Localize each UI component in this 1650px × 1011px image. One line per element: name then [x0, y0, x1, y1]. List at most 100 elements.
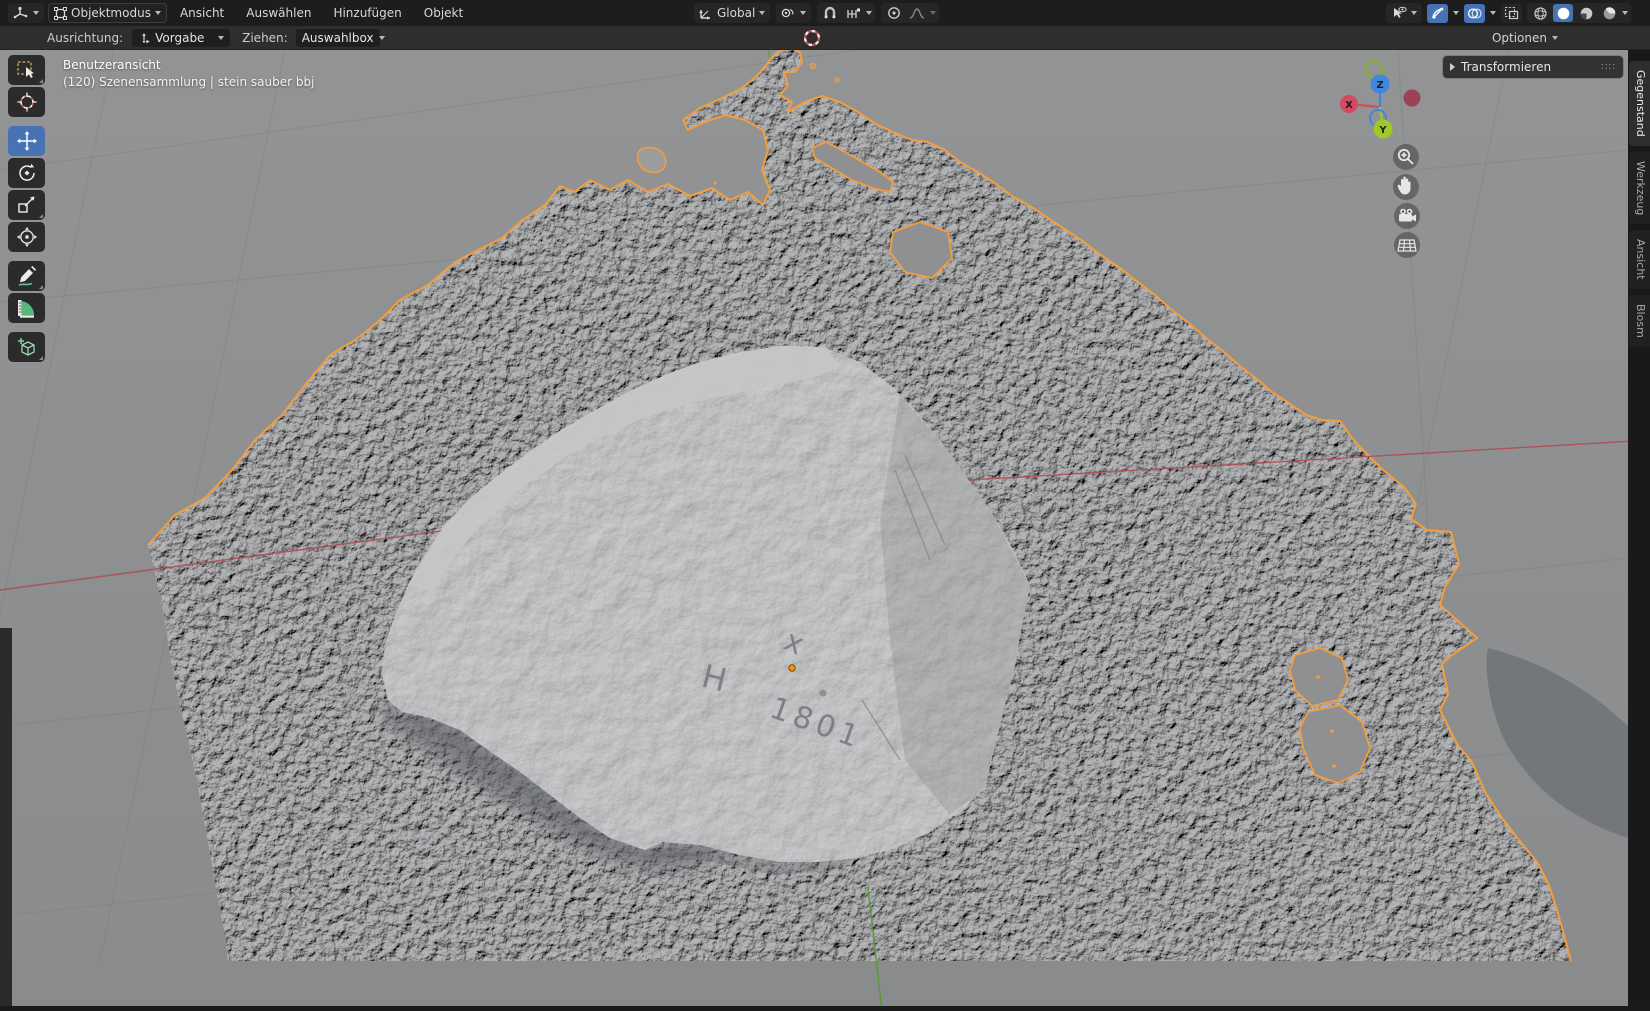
tab-gegenstand[interactable]: Gegenstand [1629, 61, 1650, 146]
add-cube-icon [16, 336, 38, 358]
select-box-icon [16, 60, 38, 80]
tool-add-cube[interactable] [8, 332, 45, 362]
rendered-shading-icon [1602, 6, 1617, 21]
tool-scale[interactable] [8, 190, 45, 220]
cursor-3d [798, 26, 826, 52]
tab-ansicht[interactable]: Ansicht [1629, 230, 1650, 289]
drag-dropdown[interactable]: Auswahlbox [296, 29, 380, 47]
select-cursor-eye-icon [1391, 6, 1407, 20]
editor-type-3d-viewport-icon [13, 6, 29, 20]
editor-type-button[interactable] [8, 3, 44, 23]
magnet-icon [823, 6, 837, 20]
options-label: Optionen [1492, 31, 1547, 45]
mode-select[interactable]: Objektmodus [48, 3, 167, 23]
window-edge-left [0, 628, 12, 1011]
sidebar-tab-strip: Gegenstand Werkzeug Ansicht Blosm [1628, 50, 1650, 1011]
viewport-info-text: Benutzeransicht (120) Szenensammlung | s… [63, 57, 314, 91]
tab-werkzeug[interactable]: Werkzeug [1629, 152, 1650, 224]
rotate-tool-icon [16, 162, 38, 184]
shading-material-button[interactable] [1576, 4, 1596, 22]
tool-annotate[interactable] [8, 261, 45, 291]
orientation-field-chevron-icon [218, 36, 224, 40]
transform-panel-header[interactable]: Transformieren ∷∷ [1443, 56, 1623, 78]
gizmo-label-x: X [1345, 100, 1353, 111]
pivot-point-select[interactable] [776, 3, 811, 23]
editor-type-chevron-icon [33, 11, 39, 15]
orientation-label: Global [717, 6, 755, 20]
viewport-header: Objektmodus Ansicht Auswählen Hinzufügen… [0, 0, 1650, 26]
mode-select-chevron-icon [155, 11, 161, 15]
transform-tool-icon [16, 226, 38, 248]
pan-button[interactable] [1393, 174, 1419, 200]
panel-grip-icon[interactable]: ∷∷ [1601, 62, 1616, 73]
gizmo-chevron-icon[interactable] [1453, 11, 1459, 15]
tool-cursor[interactable] [8, 87, 45, 117]
shading-chevron-icon[interactable] [1622, 11, 1628, 15]
zoom-button[interactable] [1393, 144, 1419, 170]
show-overlays-toggle[interactable] [1464, 4, 1485, 23]
snap-chevron-icon [866, 11, 872, 15]
selectability-chevron-icon [1411, 11, 1417, 15]
orientation-value: Vorgabe [155, 31, 204, 45]
orientation-default-icon [138, 32, 150, 44]
tool-measure[interactable] [8, 293, 45, 323]
proportional-edit-group [881, 3, 939, 23]
shading-rendered-button[interactable] [1599, 4, 1619, 22]
drag-field-label: Ziehen: [242, 31, 288, 45]
xray-icon [1504, 6, 1519, 20]
tab-blosm[interactable]: Blosm [1629, 295, 1650, 347]
panel-title: Transformieren [1461, 60, 1551, 74]
options-button[interactable]: Optionen [1492, 31, 1558, 45]
tool-select-box[interactable] [8, 55, 45, 85]
proportional-edit-toggle[interactable] [884, 4, 904, 22]
orientation-global-icon [699, 7, 713, 20]
falloff-curve-icon [909, 7, 925, 20]
viewport-3d[interactable]: x H 1801 X [0, 0, 1650, 1011]
proportional-edit-icon [887, 6, 901, 20]
orientation-dropdown[interactable]: Vorgabe [132, 29, 230, 47]
shading-solid-button[interactable] [1553, 4, 1573, 22]
gizmo-label-z: Z [1376, 80, 1383, 91]
menu-auswaehlen[interactable]: Auswählen [237, 3, 320, 23]
move-tool-icon [16, 130, 38, 152]
transform-orientation-select[interactable]: Global [694, 3, 770, 23]
menu-objekt[interactable]: Objekt [415, 3, 472, 23]
gizmo-axis-neg-x[interactable] [1404, 90, 1421, 107]
mode-select-label: Objektmodus [71, 6, 151, 20]
view-name: Benutzeransicht [63, 57, 314, 74]
orientation-chevron-icon [759, 11, 765, 15]
selectability-visibility-select[interactable] [1386, 3, 1422, 23]
solid-shading-icon [1556, 6, 1571, 21]
menu-ansicht[interactable]: Ansicht [171, 3, 233, 23]
camera-button[interactable] [1394, 203, 1420, 229]
snap-toggle[interactable] [820, 4, 840, 22]
tool-transform[interactable] [8, 222, 45, 252]
overlays-chevron-icon[interactable] [1490, 11, 1496, 15]
tool-shelf [8, 55, 45, 364]
drag-field-chevron-icon [379, 36, 385, 40]
scale-tool-icon [16, 194, 38, 216]
pivot-chevron-icon [800, 11, 806, 15]
material-preview-icon [1579, 6, 1594, 21]
menu-hinzufuegen[interactable]: Hinzufügen [324, 3, 410, 23]
grid-button[interactable] [1394, 232, 1420, 258]
shading-wireframe-button[interactable] [1530, 4, 1550, 22]
cursor-tool-icon [16, 91, 38, 113]
snap-increment-icon [846, 7, 861, 20]
collection-info: (120) Szenensammlung | stein sauber bbj [63, 74, 314, 91]
show-gizmo-toggle[interactable] [1427, 4, 1448, 23]
object-mode-icon [54, 7, 67, 20]
xray-toggle[interactable] [1501, 4, 1522, 23]
options-chevron-icon [1552, 36, 1558, 40]
tool-move[interactable] [8, 126, 45, 156]
pivot-point-icon [781, 6, 796, 20]
overlays-icon [1467, 7, 1482, 20]
gizmo-label-y: Y [1378, 125, 1387, 136]
snap-with-select[interactable] [843, 4, 863, 22]
tool-rotate[interactable] [8, 158, 45, 188]
measure-protractor-icon [16, 297, 38, 319]
orientation-field-label: Ausrichtung: [47, 31, 123, 45]
object-origin-dot [789, 665, 795, 671]
falloff-select[interactable] [907, 4, 927, 22]
drag-value: Auswahlbox [302, 31, 374, 45]
